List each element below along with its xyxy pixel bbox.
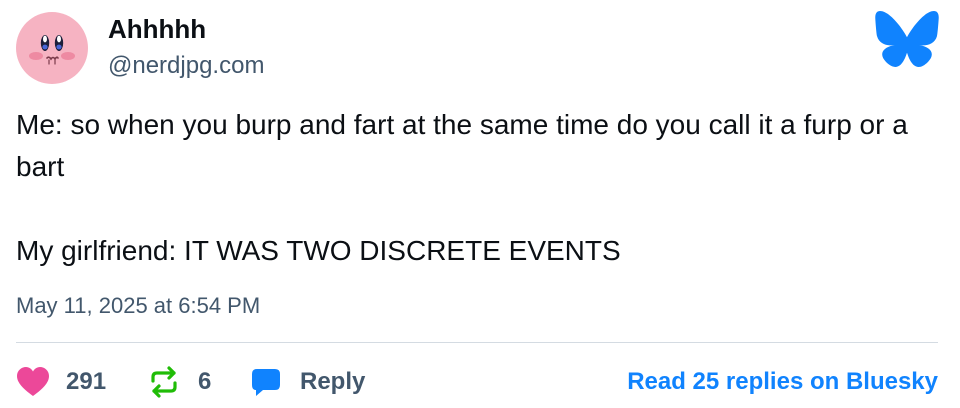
speech-bubble-icon: [252, 369, 280, 396]
post-text: Me: so when you burp and fart at the sam…: [16, 104, 944, 272]
read-replies-link[interactable]: Read 25 replies on Bluesky: [627, 362, 938, 402]
kirby-avatar-icon: [16, 12, 88, 84]
action-bar: 291 6 Reply Read 25 replies on Bluesky: [16, 362, 940, 402]
reply-label: Reply: [300, 368, 366, 395]
heart-icon: [17, 367, 49, 396]
post-paragraph: My girlfriend: IT WAS TWO DISCRETE EVENT…: [16, 235, 621, 266]
reply-button[interactable]: Reply: [250, 362, 365, 402]
repost-button[interactable]: 6: [148, 362, 211, 402]
display-name[interactable]: Ahhhhh: [108, 14, 264, 44]
post-paragraph: Me: so when you burp and fart at the sam…: [16, 109, 908, 182]
like-button[interactable]: 291: [16, 362, 106, 402]
repost-count: 6: [198, 368, 212, 395]
bluesky-butterfly-icon: [875, 11, 939, 67]
divider: [16, 342, 938, 343]
bluesky-logo-link[interactable]: [874, 10, 940, 68]
embedded-post-card: Ahhhhh @nerdjpg.com Me: so when you burp…: [0, 0, 960, 408]
post-timestamp[interactable]: May 11, 2025 at 6:54 PM: [16, 292, 260, 320]
like-count: 291: [66, 368, 107, 395]
avatar[interactable]: [16, 12, 88, 84]
repost-icon: [151, 366, 177, 398]
author-info: Ahhhhh @nerdjpg.com: [108, 14, 264, 80]
author-handle[interactable]: @nerdjpg.com: [108, 52, 264, 80]
